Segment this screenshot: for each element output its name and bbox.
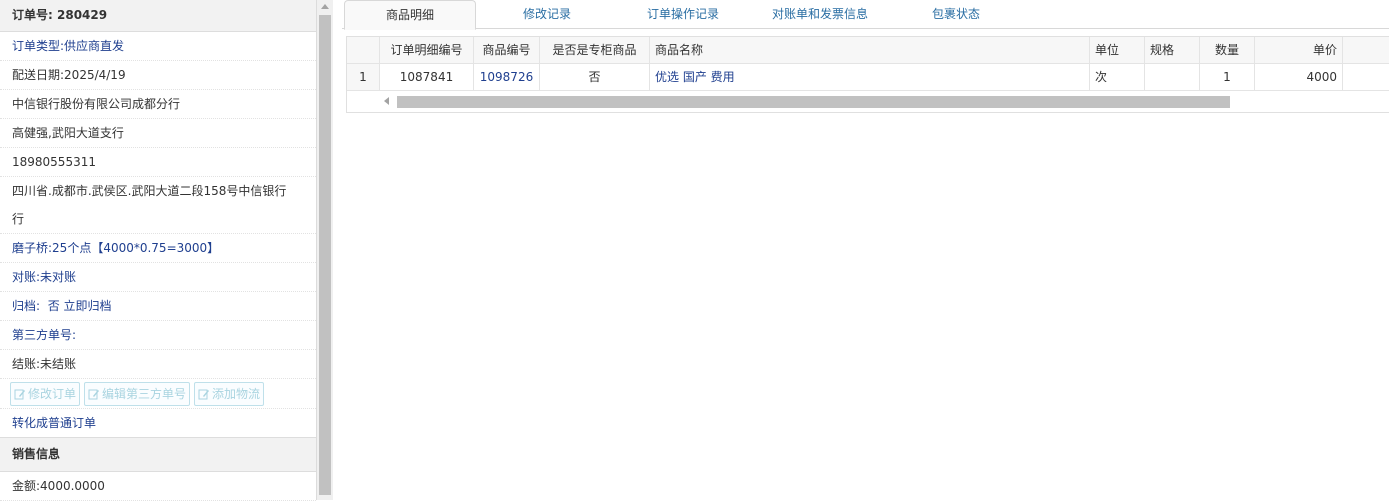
- tab-change-log[interactable]: 修改记录: [492, 0, 602, 28]
- reconcile-status: 对账:未对账: [0, 263, 316, 292]
- convert-to-normal-order-link[interactable]: 转化成普通订单: [0, 409, 316, 438]
- edit-order-label: 修改订单: [28, 387, 77, 401]
- order-type: 订单类型:供应商直发: [0, 32, 316, 61]
- tab-statement-invoice[interactable]: 对账单和发票信息: [752, 0, 888, 28]
- tab-order-operation-log[interactable]: 订单操作记录: [622, 0, 744, 28]
- edit-icon: [88, 389, 100, 399]
- company-name: 中信银行股份有限公司成都分行: [0, 90, 316, 119]
- delivery-address: 四川省.成都市.武侯区.武阳大道二段158号中信银行 行: [0, 177, 316, 234]
- add-logistics-label: 添加物流: [212, 387, 261, 401]
- edit-third-party-button[interactable]: 编辑第三方单号: [84, 381, 191, 406]
- order-number-header: 订单号: 280429: [0, 0, 316, 32]
- column-header[interactable]: 商品编号: [474, 37, 540, 64]
- sales-info-header: 销售信息: [0, 438, 316, 472]
- row-number: 1: [347, 64, 380, 91]
- table-row[interactable]: 1 1087841 1098726 否 优选 国产 费用 次 1 4000: [347, 64, 1389, 91]
- column-header[interactable]: 是否是专柜商品: [540, 37, 650, 64]
- grid-header-row: 订单明细编号 商品编号 是否是专柜商品 商品名称 单位 规格 数量 单价: [347, 37, 1389, 64]
- column-header[interactable]: 订单明细编号: [380, 37, 474, 64]
- row-number-header: [347, 37, 380, 64]
- address-line-cont: 行: [12, 212, 25, 226]
- unit-price-cell: 4000: [1255, 64, 1343, 91]
- product-number-link[interactable]: 1098726: [474, 64, 540, 91]
- left-panel-scrollbar[interactable]: [316, 0, 333, 500]
- grid-horizontal-scrollbar[interactable]: [347, 92, 1389, 110]
- order-number-value: 280429: [57, 8, 108, 22]
- add-logistics-button[interactable]: 添加物流: [194, 381, 265, 406]
- unit-cell: 次: [1090, 64, 1145, 91]
- column-header[interactable]: 规格: [1145, 37, 1200, 64]
- edit-order-button[interactable]: 修改订单: [10, 381, 81, 406]
- contact-name: 高健强,武阳大道支行: [0, 119, 316, 148]
- edit-icon: [14, 389, 25, 399]
- archive-now-link[interactable]: 立即归档: [64, 299, 112, 313]
- settlement-status: 结账:未结账: [0, 350, 316, 379]
- third-party-number: 第三方单号:: [0, 321, 316, 350]
- archive-status: 归档: 否 立即归档: [0, 292, 316, 321]
- column-header[interactable]: 单价: [1255, 37, 1343, 64]
- tab-bar: 商品明细 修改记录 订单操作记录 对账单和发票信息 包裹状态: [342, 0, 1389, 30]
- detail-number-cell: 1087841: [380, 64, 474, 91]
- archive-label: 归档:: [12, 299, 41, 313]
- action-buttons: 修改订单 编辑第三方单号 添加物流: [0, 379, 316, 409]
- column-header[interactable]: 单位: [1090, 37, 1145, 64]
- column-header[interactable]: 商品名称: [650, 37, 1090, 64]
- order-number-label: 订单号:: [12, 8, 53, 22]
- scroll-up-icon[interactable]: [321, 4, 329, 9]
- amount: 金额:4000.0000: [0, 472, 316, 501]
- column-header[interactable]: 数量: [1200, 37, 1255, 64]
- phone-number: 18980555311: [0, 148, 316, 177]
- address-line: 四川省.成都市.武侯区.武阳大道二段158号中信银行: [12, 184, 287, 198]
- order-info-panel: 订单号: 280429 订单类型:供应商直发 配送日期:2025/4/19 中信…: [0, 0, 317, 501]
- edit-icon: [198, 389, 210, 399]
- scrollbar-thumb[interactable]: [397, 96, 1230, 108]
- scrollbar-thumb[interactable]: [319, 15, 331, 495]
- spec-cell: [1145, 64, 1200, 91]
- delivery-date: 配送日期:2025/4/19: [0, 61, 316, 90]
- empty-cell: [1343, 64, 1389, 91]
- tab-product-details[interactable]: 商品明细: [344, 0, 476, 30]
- counter-product-cell: 否: [540, 64, 650, 91]
- product-name-link[interactable]: 优选 国产 费用: [650, 64, 1090, 91]
- column-header-empty: [1343, 37, 1389, 64]
- scroll-left-icon[interactable]: [384, 97, 389, 105]
- station-info: 磨子桥:25个点【4000*0.75=3000】: [0, 234, 316, 263]
- archive-value: 否: [47, 299, 60, 313]
- tab-package-status[interactable]: 包裹状态: [908, 0, 1004, 28]
- edit-third-party-label: 编辑第三方单号: [102, 387, 187, 401]
- quantity-cell: 1: [1200, 64, 1255, 91]
- product-detail-grid: 订单明细编号 商品编号 是否是专柜商品 商品名称 单位 规格 数量 单价 1 1…: [346, 36, 1389, 113]
